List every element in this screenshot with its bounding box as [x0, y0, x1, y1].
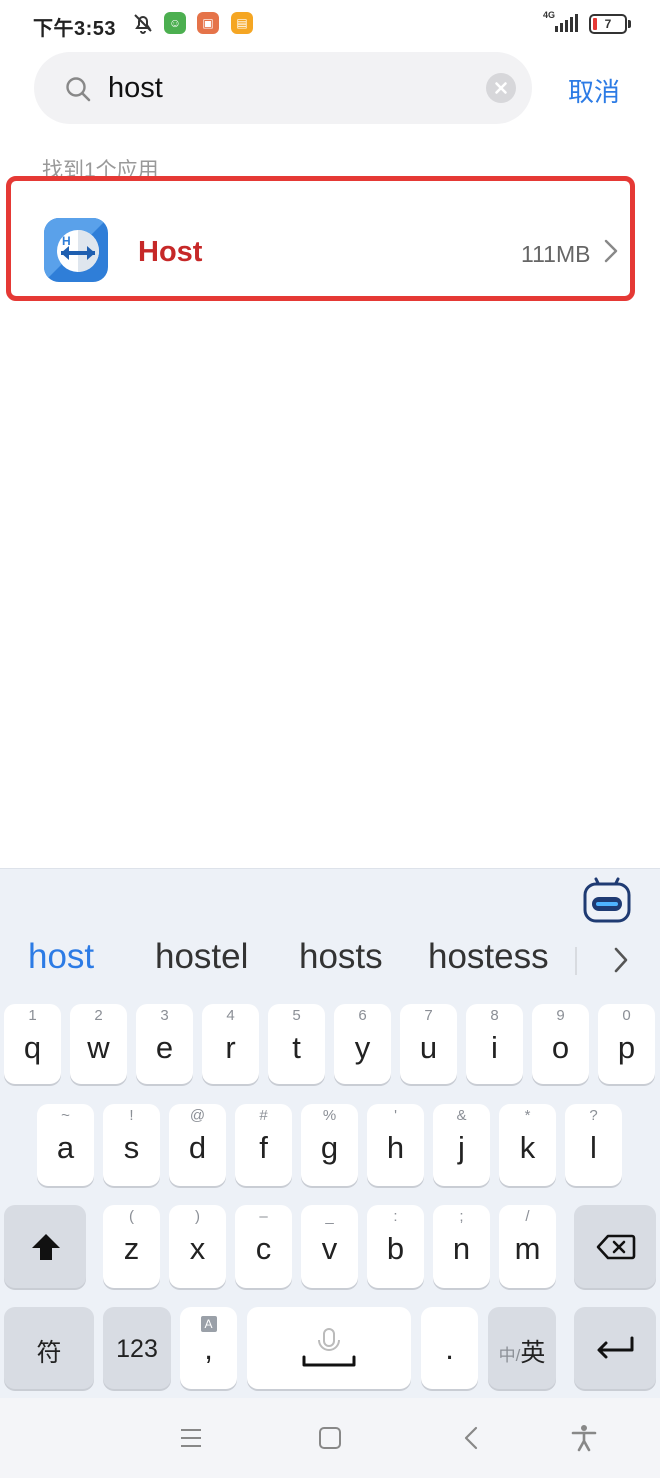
svg-text:H: H [62, 234, 71, 248]
key-g[interactable]: % g [301, 1104, 358, 1186]
signal-icon [553, 13, 579, 38]
battery-level: 7 [604, 17, 612, 31]
menu-icon[interactable] [178, 1426, 204, 1455]
key-h[interactable]: ' h [367, 1104, 424, 1186]
suggestion-item[interactable]: host [28, 937, 94, 977]
key-p[interactable]: 0p [598, 1004, 655, 1084]
accessibility-icon[interactable] [570, 1424, 598, 1457]
suggestion-item[interactable]: hostess [428, 937, 549, 977]
keyboard: host hostel hosts hostess 1q 2w 3e 4r 5t… [0, 868, 660, 1398]
microphone-icon [302, 1328, 356, 1367]
navigation-bar [0, 1398, 660, 1478]
close-icon [495, 82, 507, 94]
backspace-key[interactable] [574, 1205, 656, 1288]
key-r[interactable]: 4r [202, 1004, 259, 1084]
key-i[interactable]: 8i [466, 1004, 523, 1084]
key-z[interactable]: (z [103, 1205, 160, 1288]
clear-search-button[interactable] [486, 73, 516, 103]
enter-icon [597, 1336, 634, 1359]
shift-key[interactable] [4, 1205, 86, 1288]
space-key[interactable] [247, 1307, 411, 1389]
key-l[interactable]: ? l [565, 1104, 622, 1186]
home-icon[interactable] [318, 1426, 342, 1455]
comma-key[interactable]: A , [180, 1307, 237, 1389]
status-time: 下午3:53 [33, 18, 117, 40]
key-u[interactable]: 7u [400, 1004, 457, 1084]
numbers-key[interactable]: 123 [103, 1307, 171, 1389]
key-k[interactable]: * k [499, 1104, 556, 1186]
chevron-right-icon [603, 238, 619, 269]
backspace-icon [596, 1234, 636, 1260]
key-j[interactable]: & j [433, 1104, 490, 1186]
key-t[interactable]: 5t [268, 1004, 325, 1084]
suggestion-divider [575, 947, 577, 975]
suggestion-bar: host hostel hosts hostess [0, 937, 660, 985]
key-b[interactable]: :b [367, 1205, 424, 1288]
assistant-icon[interactable] [582, 875, 632, 928]
key-v[interactable]: _ v [301, 1205, 358, 1288]
search-box[interactable] [34, 52, 532, 124]
host-app-icon: H [44, 218, 108, 282]
key-m[interactable]: / m [499, 1205, 556, 1288]
language-switch-key[interactable]: 中/英 [488, 1307, 556, 1389]
suggestion-item[interactable]: hosts [299, 937, 383, 977]
key-d[interactable]: @ d [169, 1104, 226, 1186]
key-q[interactable]: 1q [4, 1004, 61, 1084]
key-a[interactable]: ~ a [37, 1104, 94, 1186]
enter-key[interactable] [574, 1307, 656, 1389]
search-icon [64, 75, 92, 108]
key-x[interactable]: ) x [169, 1205, 226, 1288]
app-result-row[interactable]: H Host 111MB [6, 176, 635, 301]
chevron-right-icon[interactable] [612, 945, 630, 980]
key-n[interactable]: ; n [433, 1205, 490, 1288]
robot-app-icon: ☺ [164, 12, 186, 34]
key-s[interactable]: ! s [103, 1104, 160, 1186]
notes-app-icon: ▤ [231, 12, 253, 34]
key-c[interactable]: – c [235, 1205, 292, 1288]
shift-icon [32, 1234, 60, 1260]
key-e[interactable]: 3e [136, 1004, 193, 1084]
suggestion-item[interactable]: hostel [155, 937, 248, 977]
back-icon[interactable] [462, 1426, 482, 1455]
key-y[interactable]: 6y [334, 1004, 391, 1084]
cancel-button[interactable]: 取消 [568, 72, 620, 109]
key-o[interactable]: 9o [532, 1004, 589, 1084]
symbols-key[interactable]: 符 [4, 1307, 94, 1389]
key-f[interactable]: # f [235, 1104, 292, 1186]
mute-icon [131, 11, 155, 40]
period-key[interactable]: . [421, 1307, 478, 1389]
store-app-icon: ▣ [197, 12, 219, 34]
battery-icon: 7 [589, 14, 627, 34]
font-icon: A [200, 1316, 217, 1332]
app-name: Host [138, 236, 203, 268]
key-w[interactable]: 2w [70, 1004, 127, 1084]
app-size: 111MB [521, 241, 591, 267]
search-input[interactable] [108, 66, 488, 110]
status-bar: 下午3:53 ☺ ▣ ▤ 4G 7 [0, 0, 660, 48]
